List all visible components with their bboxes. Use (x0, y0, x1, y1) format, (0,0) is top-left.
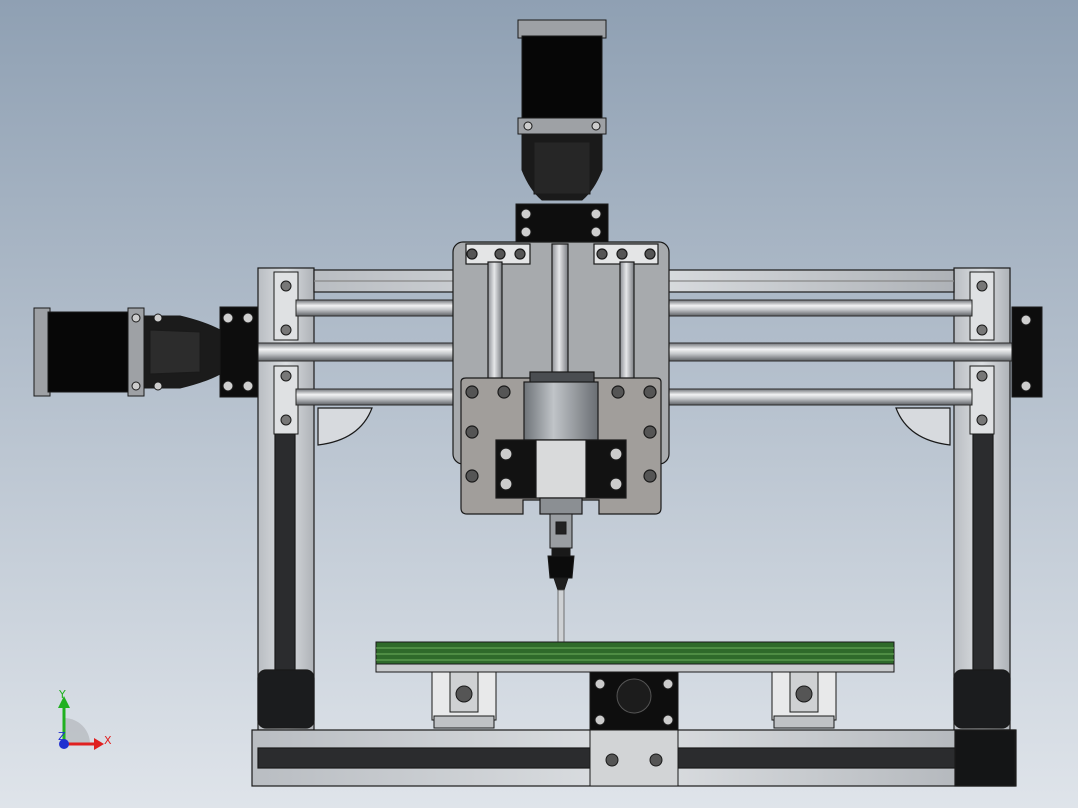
right-column-slot (972, 419, 994, 671)
right-base-end-cap (954, 729, 1016, 787)
cad-graphics-viewport[interactable]: X Y Z (0, 0, 1078, 808)
x-motor-mount[interactable] (219, 306, 259, 398)
cutting-bit[interactable] (557, 589, 565, 643)
z-rod-left[interactable] (487, 261, 503, 381)
triad-z-label: Z (58, 730, 66, 743)
left-foot (257, 669, 315, 729)
x-end-bearing-block[interactable] (1011, 306, 1043, 398)
triad-y-label: Y (58, 688, 66, 701)
right-foot (953, 669, 1011, 729)
triad-x-label: X (104, 734, 112, 747)
z-stepper-motor[interactable] (515, 19, 609, 243)
left-column-slot (274, 419, 296, 671)
y-bearing-block-right[interactable] (771, 671, 837, 729)
bed-plate[interactable] (375, 663, 895, 673)
y-leadscrew-nut-block[interactable] (589, 671, 679, 787)
z-rod-right[interactable] (619, 261, 635, 381)
pcb-stock[interactable] (375, 641, 895, 665)
z-leadscrew[interactable] (551, 243, 569, 377)
x-stepper-motor[interactable] (33, 307, 221, 397)
y-bearing-block-left[interactable] (431, 671, 497, 729)
work-bed[interactable] (375, 641, 895, 673)
